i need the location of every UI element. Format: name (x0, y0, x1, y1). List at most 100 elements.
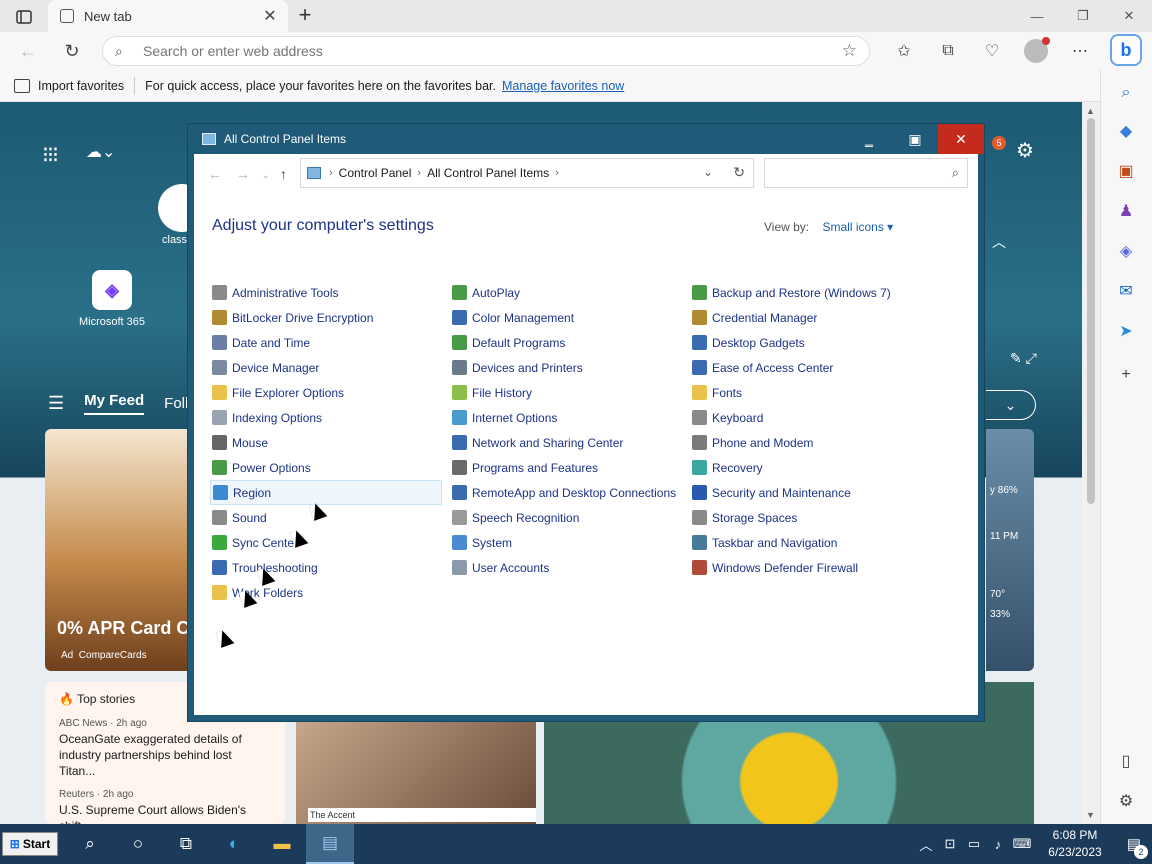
scroll-thumb[interactable] (1087, 118, 1095, 504)
outlook-icon[interactable]: ✉ (1113, 278, 1139, 304)
forward-icon[interactable]: → (236, 166, 250, 182)
control-panel-search-input[interactable]: ⌕ (764, 158, 968, 188)
address-input[interactable] (133, 43, 842, 59)
favorite-star-icon[interactable]: ☆ (842, 41, 857, 61)
control-panel-item[interactable]: File History (450, 380, 682, 405)
scroll-up-icon[interactable]: ▲ (1086, 106, 1095, 116)
story-headline[interactable]: U.S. Supreme Court allows Biden's shift (59, 802, 271, 824)
control-panel-item[interactable]: Ease of Access Center (690, 355, 922, 380)
drop-icon[interactable]: ➤ (1113, 318, 1139, 344)
view-by-dropdown[interactable]: Small icons ▾ (822, 220, 893, 234)
control-panel-item[interactable]: System (450, 530, 682, 555)
weather-cloud-icon[interactable]: ☁⌄ (86, 142, 115, 162)
tab-actions-icon[interactable] (8, 6, 40, 28)
control-panel-item[interactable]: Default Programs (450, 330, 682, 355)
shopping-icon[interactable]: ◆ (1113, 118, 1139, 144)
address-bar[interactable]: ⌕ ☆ (102, 36, 870, 66)
file-explorer-icon[interactable]: ▬ (258, 824, 306, 864)
edge-icon[interactable]: ◐ (210, 824, 258, 864)
profile-avatar[interactable] (1024, 37, 1050, 63)
control-panel-item[interactable]: Color Management (450, 305, 682, 330)
story-headline[interactable]: OceanGate exaggerated details of industr… (59, 731, 271, 779)
back-icon[interactable]: ← (14, 38, 42, 64)
scroll-down-icon[interactable]: ▼ (1086, 810, 1095, 820)
control-panel-taskbar-icon[interactable]: ▤ (306, 824, 354, 864)
control-panel-item[interactable]: Power Options (210, 455, 442, 480)
ms365-quick-link[interactable]: ◈ Microsoft 365 (70, 270, 154, 328)
collections-icon[interactable]: ⧉ (926, 36, 970, 66)
minimize-icon[interactable]: ‗ (846, 124, 892, 154)
page-settings-icon[interactable]: ⚙ (1016, 138, 1034, 163)
new-tab-button[interactable]: + (294, 4, 316, 26)
cortana-icon[interactable]: ○ (114, 824, 162, 864)
chevron-up-icon[interactable]: ︿ (914, 835, 938, 854)
control-panel-item[interactable]: Phone and Modem (690, 430, 922, 455)
feed-dropdown[interactable]: ⌄ (986, 390, 1036, 420)
control-panel-item[interactable]: BitLocker Drive Encryption (210, 305, 442, 330)
control-panel-item[interactable]: Devices and Printers (450, 355, 682, 380)
up-icon[interactable]: ↑ (280, 166, 287, 182)
control-panel-item[interactable]: Region (210, 480, 442, 505)
restore-icon[interactable]: ❐ (1060, 0, 1106, 32)
close-icon[interactable]: ✕ (938, 124, 984, 154)
control-panel-item[interactable]: Backup and Restore (Windows 7) (690, 280, 922, 305)
network-icon[interactable]: ▭ (962, 836, 986, 852)
import-favorites-button[interactable]: Import favorites (38, 79, 124, 93)
control-panel-item[interactable]: Network and Sharing Center (450, 430, 682, 455)
refresh-icon[interactable]: ↻ (58, 38, 86, 64)
control-panel-item[interactable]: Recovery (690, 455, 922, 480)
close-tab-icon[interactable]: ✕ (260, 6, 280, 26)
refresh-icon[interactable]: ↻ (733, 164, 745, 181)
control-panel-item[interactable]: Administrative Tools (210, 280, 442, 305)
news-photo-card[interactable]: The Accent (296, 714, 536, 824)
control-panel-item[interactable]: RemoteApp and Desktop Connections (450, 480, 682, 505)
keyboard-icon[interactable]: ⌨ (1010, 836, 1034, 852)
minimize-icon[interactable]: — (1014, 0, 1060, 32)
volume-icon[interactable]: ♪ (986, 837, 1010, 852)
sidebar-settings-icon[interactable]: ⚙ (1113, 788, 1139, 814)
control-panel-item[interactable]: Device Manager (210, 355, 442, 380)
control-panel-item[interactable]: Sound (210, 505, 442, 530)
control-panel-item[interactable]: Mouse (210, 430, 442, 455)
more-icon[interactable]: ⋯ (1058, 36, 1102, 66)
control-panel-item[interactable]: Indexing Options (210, 405, 442, 430)
control-panel-item[interactable]: Fonts (690, 380, 922, 405)
back-icon[interactable]: ← (208, 166, 222, 182)
sidebar-toggle-icon[interactable]: ▯ (1113, 748, 1139, 774)
add-icon[interactable]: + (1113, 362, 1139, 388)
tools-icon[interactable]: ▣ (1113, 158, 1139, 184)
clock[interactable]: 6:08 PM 6/23/2023 (1034, 827, 1116, 861)
tab-new-tab[interactable]: New tab ✕ (48, 0, 288, 32)
close-window-icon[interactable]: ✕ (1106, 0, 1152, 32)
control-panel-item[interactable]: Troubleshooting (210, 555, 442, 580)
breadcrumb-control-panel[interactable]: Control Panel (339, 166, 412, 180)
control-panel-item[interactable]: Taskbar and Navigation (690, 530, 922, 555)
control-panel-item[interactable]: Windows Defender Firewall (690, 555, 922, 580)
start-button[interactable]: ⊞ Start (2, 832, 58, 856)
control-panel-item[interactable]: Desktop Gadgets (690, 330, 922, 355)
recent-locations-icon[interactable]: ⌄ (262, 170, 270, 181)
page-scrollbar[interactable]: ▲ ▼ (1082, 102, 1100, 824)
control-panel-item[interactable]: User Accounts (450, 555, 682, 580)
control-panel-item[interactable]: File Explorer Options (210, 380, 442, 405)
task-view-icon[interactable]: ⧉ (162, 824, 210, 864)
breadcrumb-all-items[interactable]: All Control Panel Items (427, 166, 549, 180)
menu-icon[interactable]: ☰ (48, 393, 64, 414)
promo-card[interactable]: 0% APR Card C Ad CompareCards (45, 429, 189, 671)
control-panel-item[interactable]: AutoPlay (450, 280, 682, 305)
performance-icon[interactable]: ♡ (970, 36, 1014, 66)
manage-favorites-link[interactable]: Manage favorites now (502, 79, 624, 93)
control-panel-item[interactable]: Credential Manager (690, 305, 922, 330)
bing-chat-icon[interactable]: b (1110, 34, 1142, 66)
control-panel-item[interactable]: Keyboard (690, 405, 922, 430)
expand-icon[interactable]: ✎ ⤢ (1010, 350, 1037, 367)
tab-my-feed[interactable]: My Feed (84, 392, 145, 415)
search-icon[interactable]: ⌕ (1113, 80, 1139, 106)
weather-card[interactable]: y 86% 11 PM 70° 33% (986, 429, 1034, 671)
control-panel-item[interactable]: Date and Time (210, 330, 442, 355)
games-icon[interactable]: ♟ (1113, 198, 1139, 224)
control-panel-item[interactable]: Sync Center (210, 530, 442, 555)
control-panel-item[interactable]: Speech Recognition (450, 505, 682, 530)
app-launcher-icon[interactable]: ⁝⁝⁝ (42, 142, 59, 168)
control-panel-item[interactable]: Storage Spaces (690, 505, 922, 530)
